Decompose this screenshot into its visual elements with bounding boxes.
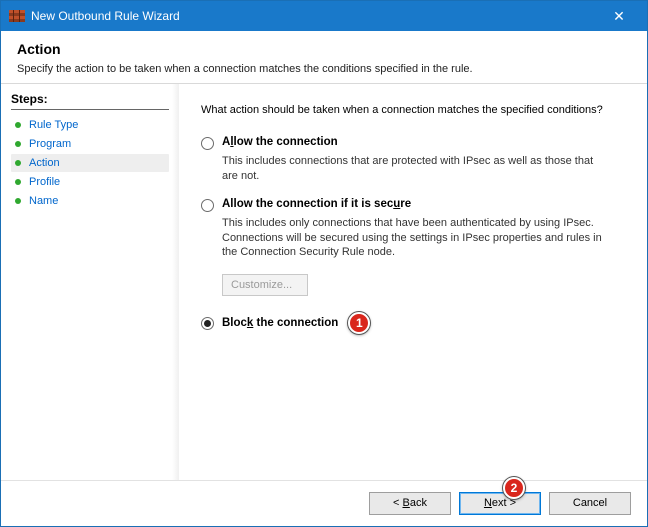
option-allow-desc: This includes connections that are prote…	[222, 154, 602, 184]
bullet-icon	[15, 179, 21, 185]
step-rule-type[interactable]: Rule Type	[11, 116, 169, 134]
main-panel: What action should be taken when a conne…	[179, 84, 647, 480]
option-block-title: Block the connection	[222, 317, 338, 329]
wizard-footer: 2 < Back Next > Cancel	[1, 480, 647, 526]
step-label: Name	[29, 195, 58, 207]
window-title: New Outbound Rule Wizard	[31, 9, 599, 23]
option-allow-secure-desc: This includes only connections that have…	[222, 216, 602, 261]
titlebar: New Outbound Rule Wizard ✕	[1, 1, 647, 31]
step-label: Program	[29, 138, 71, 150]
page-heading: Action	[17, 41, 631, 57]
annotation-1: 1	[348, 312, 370, 334]
back-button[interactable]: < Back	[369, 492, 451, 515]
firewall-icon	[9, 8, 25, 24]
bullet-icon	[15, 141, 21, 147]
steps-heading: Steps:	[11, 92, 169, 110]
radio-allow[interactable]	[201, 137, 214, 150]
step-label: Action	[29, 157, 60, 169]
radio-block[interactable]	[201, 317, 214, 330]
step-name[interactable]: Name	[11, 192, 169, 210]
steps-sidebar: Steps: Rule Type Program Action Profile …	[1, 84, 179, 480]
step-label: Profile	[29, 176, 60, 188]
option-block[interactable]: Block the connection 1	[201, 312, 623, 334]
annotation-2: 2	[503, 477, 525, 499]
step-program[interactable]: Program	[11, 135, 169, 153]
step-profile[interactable]: Profile	[11, 173, 169, 191]
option-allow-secure-title: Allow the connection if it is secure	[222, 198, 411, 210]
radio-allow-secure[interactable]	[201, 199, 214, 212]
step-label: Rule Type	[29, 119, 78, 131]
bullet-icon	[15, 160, 21, 166]
question-text: What action should be taken when a conne…	[201, 104, 623, 116]
option-allow[interactable]: Allow the connection	[201, 136, 623, 150]
wizard-header: Action Specify the action to be taken wh…	[1, 31, 647, 84]
next-button[interactable]: Next >	[459, 492, 541, 515]
bullet-icon	[15, 198, 21, 204]
bullet-icon	[15, 122, 21, 128]
wizard-body: Steps: Rule Type Program Action Profile …	[1, 84, 647, 480]
customize-button: Customize...	[222, 274, 308, 296]
step-action[interactable]: Action	[11, 154, 169, 172]
option-allow-secure[interactable]: Allow the connection if it is secure	[201, 198, 623, 212]
page-subtext: Specify the action to be taken when a co…	[17, 63, 631, 75]
cancel-button[interactable]: Cancel	[549, 492, 631, 515]
close-button[interactable]: ✕	[599, 8, 639, 25]
option-allow-title: Allow the connection	[222, 136, 338, 148]
